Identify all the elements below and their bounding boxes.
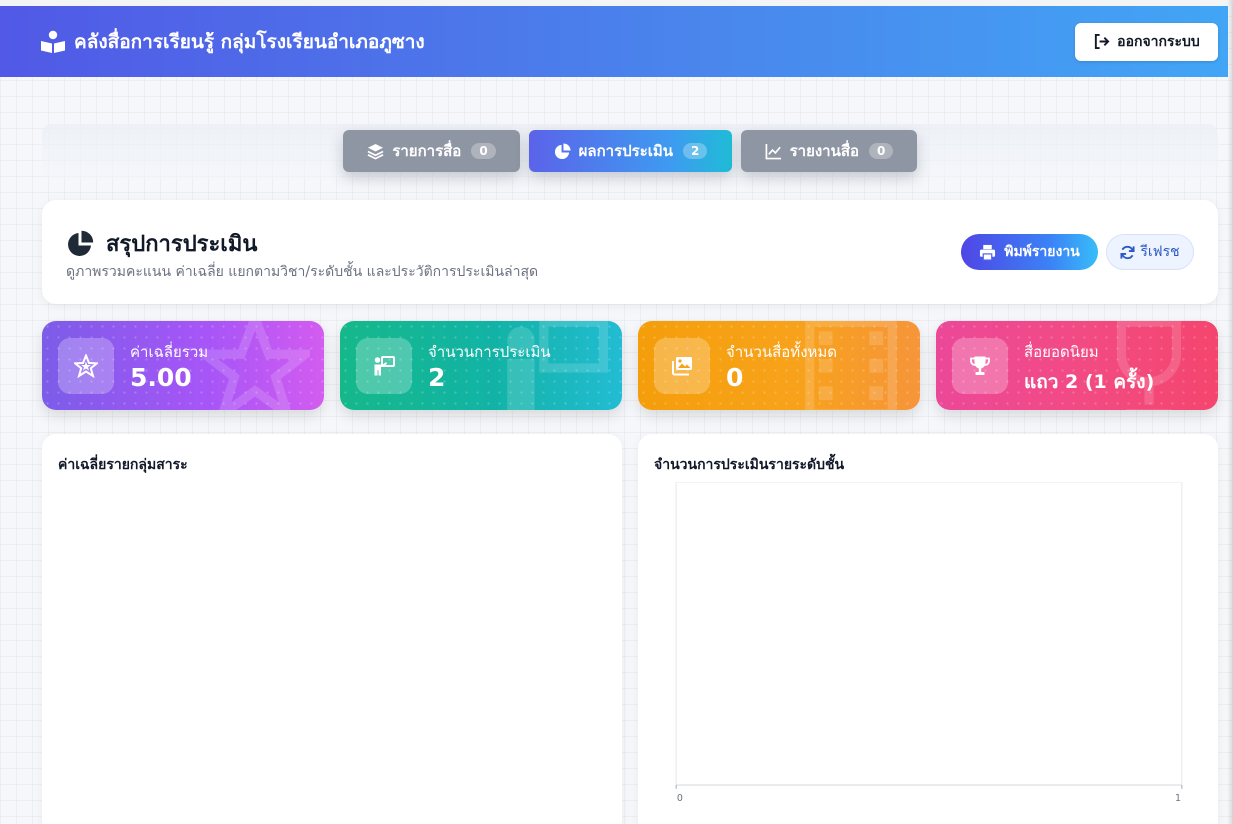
- layers-icon: [367, 143, 384, 160]
- pie-chart-icon: [68, 230, 94, 256]
- stat-icon-box: [58, 338, 114, 394]
- stat-icon-box: [356, 338, 412, 394]
- tab-evaluation-results[interactable]: ผลการประเมิน 2: [529, 130, 732, 172]
- panel-title: ค่าเฉลี่ยรายกลุ่มสาระ: [58, 457, 188, 473]
- stat-card-evaluation-count: จำนวนการประเมิน 2: [340, 321, 622, 410]
- stat-label: จำนวนสื่อทั้งหมด: [726, 343, 838, 361]
- presenter-icon: [374, 356, 395, 376]
- stat-value: 0: [726, 363, 744, 392]
- stat-label: จำนวนการประเมิน: [428, 343, 551, 361]
- stat-value: 2: [428, 363, 446, 392]
- stat-value: แถว 2 (1 ครั้ง): [1024, 371, 1155, 393]
- tab-count-badge: 0: [869, 143, 894, 159]
- stat-card-total-media: จำนวนสื่อทั้งหมด 0: [638, 321, 920, 410]
- tab-label: รายการสื่อ: [392, 142, 462, 160]
- book-reader-icon: [41, 30, 65, 53]
- logout-button[interactable]: ออกจากระบบ: [1075, 22, 1218, 61]
- stat-card-most-popular-media: สื่อยอดนิยม แถว 2 (1 ครั้ง): [936, 321, 1218, 410]
- star-decoration-icon: [200, 321, 310, 410]
- tab-media-report[interactable]: รายงานสื่อ 0: [741, 130, 917, 172]
- sign-out-icon: [1095, 33, 1110, 50]
- pie-chart-icon: [554, 142, 571, 159]
- app-title: คลังสื่อการเรียนรู้ กลุ่มโรงเรียนอำเภอภู…: [74, 30, 425, 53]
- subject-average-panel: ค่าเฉลี่ยรายกลุ่มสาระ: [42, 434, 622, 824]
- summary-heading: สรุปการประเมิน: [66, 226, 257, 261]
- scrollbar-edge: [1227, 0, 1233, 824]
- trophy-icon: [970, 356, 990, 375]
- presenter-decoration-icon: [507, 321, 608, 410]
- brand: คลังสื่อการเรียนรู้ กลุ่มโรงเรียนอำเภอภู…: [40, 27, 425, 57]
- stat-label: สื่อยอดนิยม: [1024, 343, 1099, 361]
- subject-average-chart: [66, 482, 600, 804]
- images-icon: [672, 357, 692, 376]
- stat-icon-box: [952, 338, 1008, 394]
- x-tick-label: 1: [1175, 793, 1181, 804]
- tab-label: รายงานสื่อ: [789, 142, 860, 160]
- tab-media-list[interactable]: รายการสื่อ 0: [343, 130, 520, 172]
- grade-evaluation-count-panel: จำนวนการประเมินรายระดับชั้น 01: [638, 434, 1218, 824]
- stat-label: ค่าเฉลี่ยรวม: [130, 343, 209, 361]
- film-decoration-icon: [805, 321, 897, 410]
- plot-area: [675, 482, 1183, 786]
- tab-count-badge: 2: [683, 143, 708, 159]
- page-title: สรุปการประเมิน: [106, 232, 258, 257]
- refresh-label: รีเฟรช: [1140, 244, 1180, 260]
- panel-title: จำนวนการประเมินรายระดับชั้น: [654, 457, 845, 473]
- tab-label: ผลการประเมิน: [578, 142, 674, 160]
- printer-icon: [980, 244, 996, 261]
- print-label: พิมพ์รายงาน: [1004, 244, 1080, 260]
- grade-evaluation-count-chart: 01: [675, 482, 1183, 804]
- refresh-icon: [1120, 245, 1135, 259]
- main-tabs: รายการสื่อ 0 ผลการประเมิน 2 รายงานสื่อ 0: [343, 130, 917, 172]
- tab-count-badge: 0: [471, 143, 496, 159]
- stat-value: 5.00: [130, 363, 192, 392]
- stat-card-overall-average: ค่าเฉลี่ยรวม 5.00: [42, 321, 324, 410]
- refresh-button[interactable]: รีเฟรช: [1106, 234, 1194, 270]
- evaluation-summary-card: สรุปการประเมิน ดูภาพรวมคะแนน ค่าเฉลี่ย แ…: [42, 200, 1218, 304]
- page-subtitle: ดูภาพรวมคะแนน ค่าเฉลี่ย แยกตามวิชา/ระดับ…: [66, 264, 539, 280]
- star-icon: [74, 354, 98, 378]
- app-header: คลังสื่อการเรียนรู้ กลุ่มโรงเรียนอำเภอภู…: [0, 6, 1228, 77]
- logout-label: ออกจากระบบ: [1117, 33, 1200, 50]
- print-report-button[interactable]: พิมพ์รายงาน: [961, 234, 1098, 270]
- x-tick-label: 0: [677, 793, 683, 804]
- line-chart-icon: [765, 143, 781, 159]
- stat-icon-box: [654, 338, 710, 394]
